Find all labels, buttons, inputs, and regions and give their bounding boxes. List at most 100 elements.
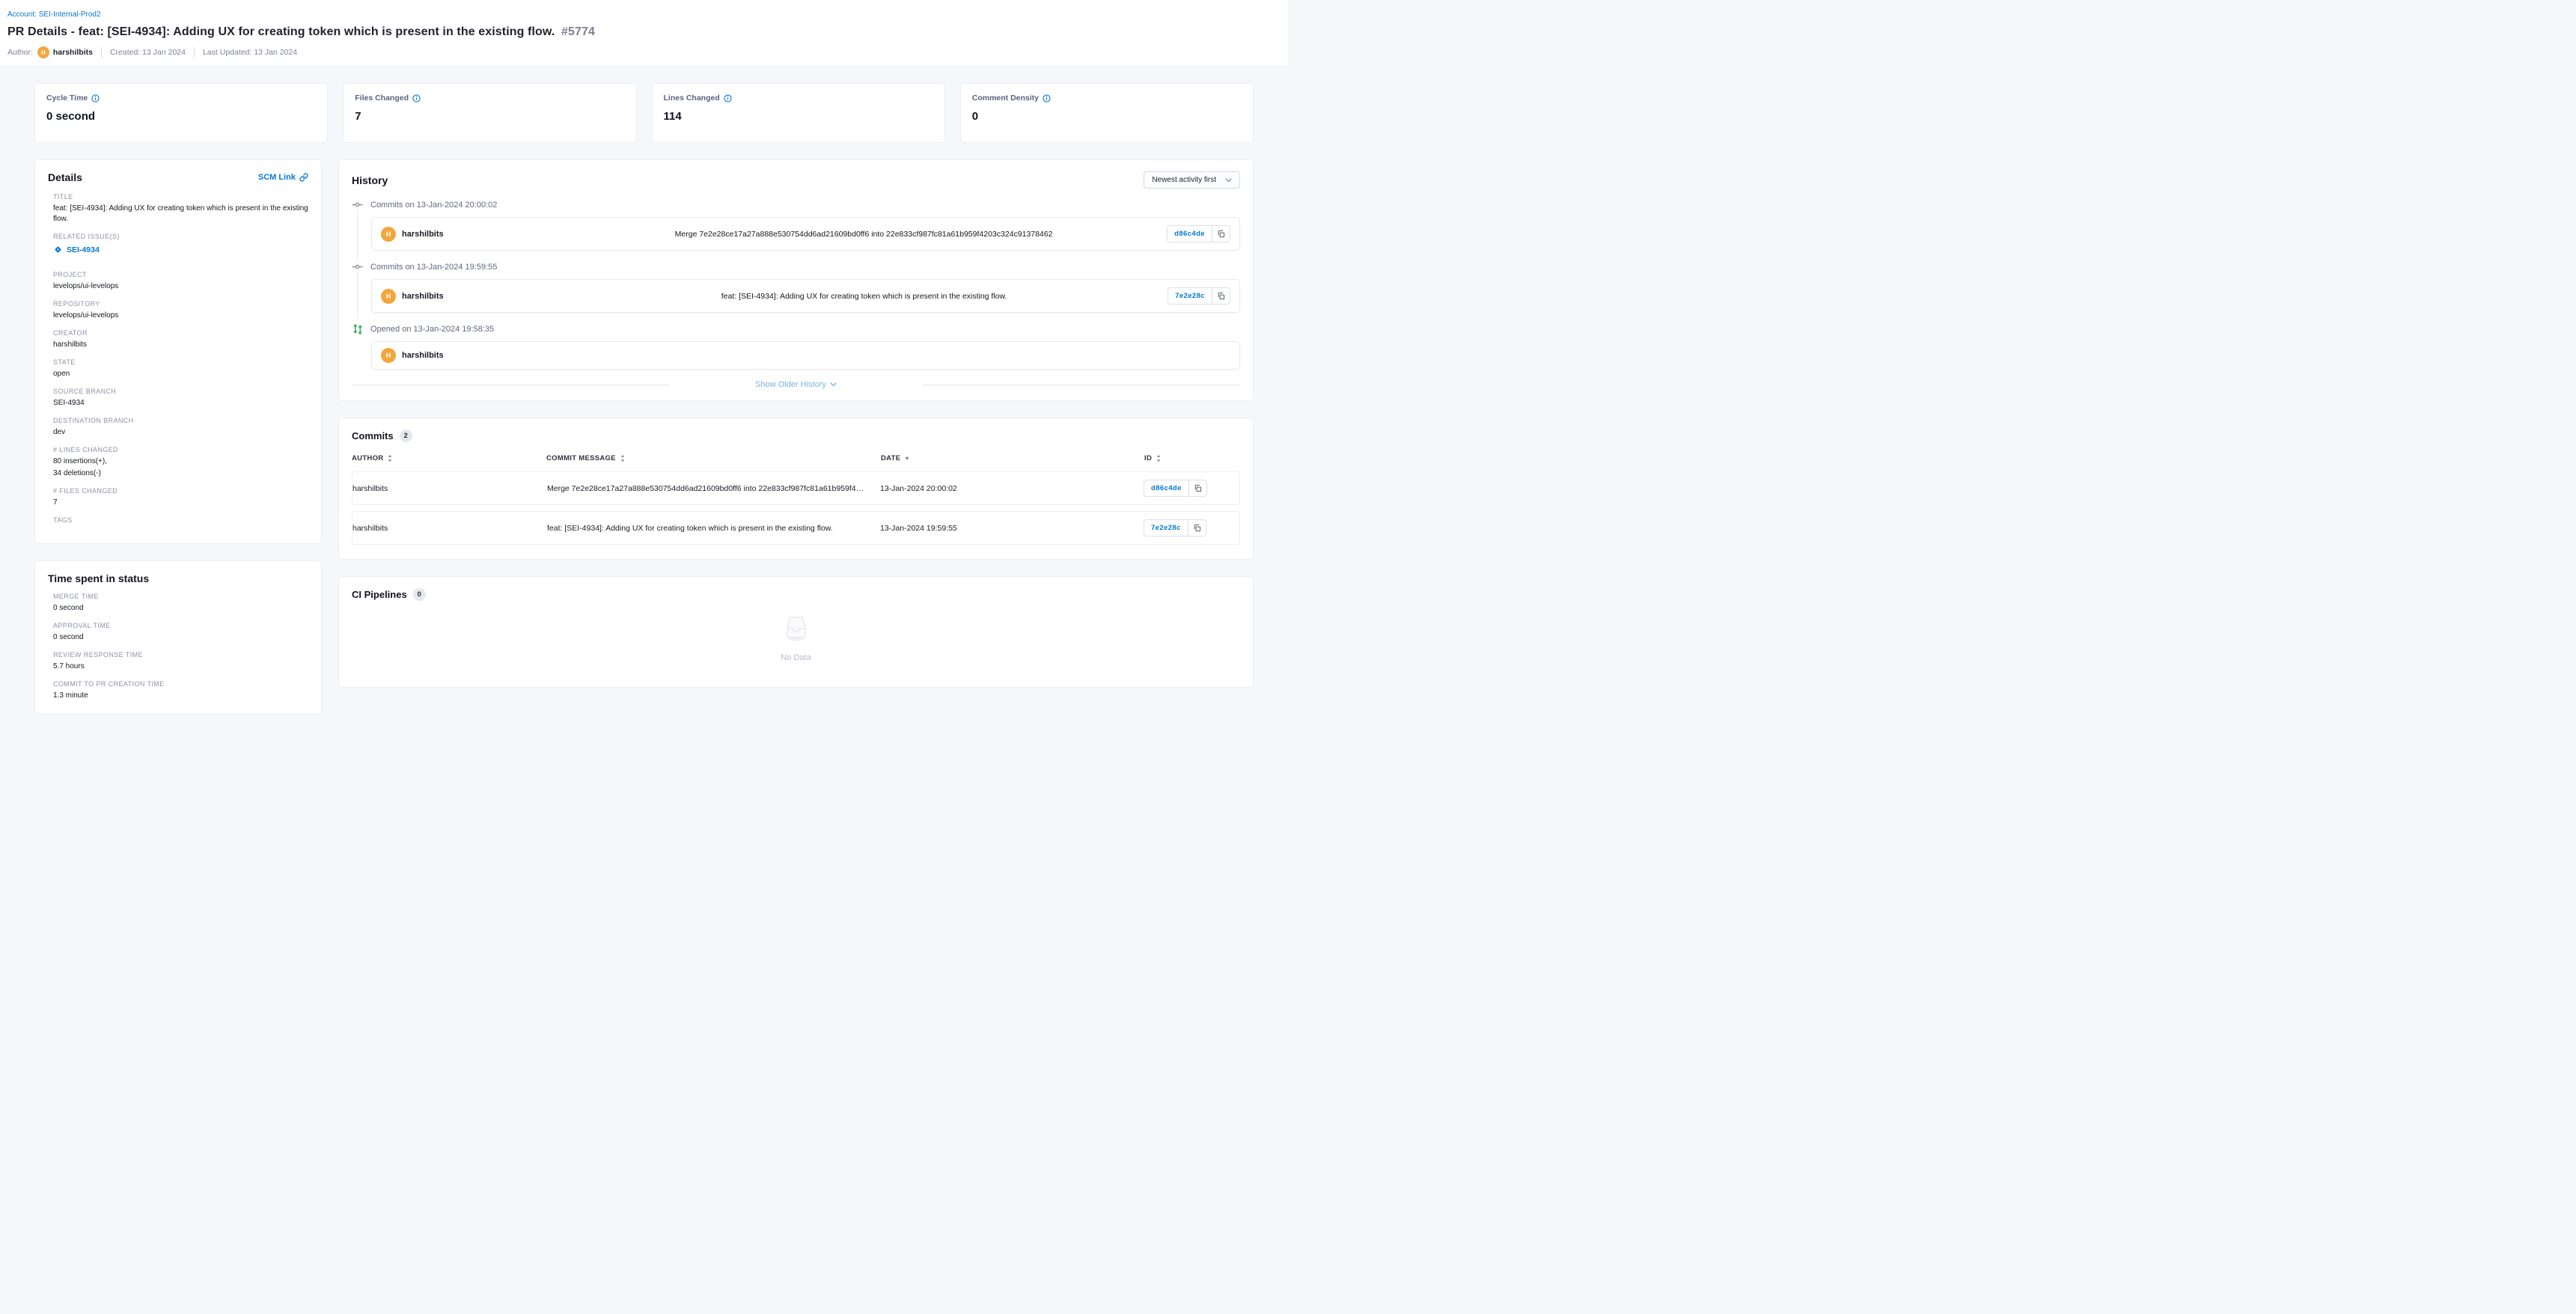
divider — [194, 47, 195, 58]
commit-hash-button[interactable]: d86c4de — [1167, 225, 1212, 242]
commits-card: Commits 2 AUTHOR COMMIT MESSAGE DATE — [338, 418, 1254, 560]
issue-diamond-icon — [53, 245, 63, 254]
commit-table-row: harshilbits Merge 7e2e28ce17a27a888e5307… — [352, 471, 1240, 505]
avatar: H — [381, 289, 396, 304]
event-label: Commits on 13-Jan-2024 19:59:55 — [370, 263, 497, 272]
time-field-review-response-time: REVIEW RESPONSE TIME 5.7 hours — [53, 651, 308, 672]
no-data-label: No Data — [781, 653, 811, 662]
author-label: Author: — [7, 48, 33, 57]
copy-icon[interactable] — [1212, 287, 1230, 305]
sort-icon — [1156, 454, 1162, 462]
metric-cards-row: Cycle Time 0 second Files Changed 7 Line… — [34, 83, 1254, 143]
details-card: Details SCM Link TITLE feat: [SEI-4934]:… — [34, 159, 322, 544]
detail-field-related-issues: RELATED ISSUE(S) SEI-4934 — [53, 233, 308, 258]
author-row: Author: H harshilbits Created: 13 Jan 20… — [7, 46, 1281, 58]
history-heading: History — [352, 174, 388, 186]
metric-value: 0 second — [46, 110, 316, 123]
metric-value: 0 — [972, 110, 1242, 123]
show-older-history-link[interactable]: Show Older History — [755, 380, 837, 389]
detail-field-project: PROJECT levelops/ui-levelops — [53, 271, 308, 292]
link-icon — [299, 173, 308, 182]
commit-hash-button[interactable]: d86c4de — [1144, 480, 1189, 497]
page-header: Account: SEI-Internal-Prod2 PR Details -… — [0, 0, 1288, 67]
commit-row-date: 13-Jan-2024 19:59:55 — [880, 524, 1144, 533]
pr-opened-icon — [352, 323, 363, 334]
event-label: Commits on 13-Jan-2024 20:00:02 — [370, 201, 497, 210]
ci-pipelines-card: CI Pipelines 0 No Data — [338, 576, 1254, 688]
show-older-row: Show Older History — [352, 380, 1240, 389]
commit-row-id: 7e2e28c — [1144, 519, 1239, 537]
detail-field-title: TITLE feat: [SEI-4934]: Adding UX for cr… — [53, 193, 308, 224]
sort-selected-label: Newest activity first — [1152, 176, 1216, 184]
commit-table-row: harshilbits feat: [SEI-4934]: Adding UX … — [352, 511, 1240, 545]
metric-label: Lines Changed — [664, 94, 720, 103]
column-header-date[interactable]: DATE — [881, 454, 1144, 462]
info-icon[interactable] — [1043, 94, 1051, 103]
column-header-commit-message[interactable]: COMMIT MESSAGE — [546, 454, 881, 462]
time-field-approval-time: APPROVAL TIME 0 second — [53, 622, 308, 643]
column-header-id[interactable]: ID — [1144, 454, 1240, 462]
page-title-text: PR Details - feat: [SEI-4934]: Adding UX… — [7, 25, 555, 38]
sort-icon — [387, 454, 393, 462]
scm-link-label: SCM Link — [258, 173, 296, 182]
info-icon[interactable] — [412, 94, 421, 103]
commit-author-name: harshilbits — [402, 351, 444, 360]
metric-card-cycle-time: Cycle Time 0 second — [34, 83, 328, 143]
commits-count-badge: 2 — [400, 430, 412, 442]
event-label: Opened on 13-Jan-2024 19:58:35 — [370, 325, 494, 334]
commit-hash-button[interactable]: 7e2e28c — [1168, 287, 1212, 305]
commit-row-id: d86c4de — [1144, 480, 1239, 497]
ci-pipelines-count-badge: 0 — [413, 588, 426, 601]
commit-author-name: harshilbits — [402, 292, 444, 301]
history-sort-dropdown[interactable]: Newest activity first — [1144, 171, 1240, 189]
details-heading: Details — [48, 171, 82, 183]
metric-label: Files Changed — [355, 94, 409, 103]
commits-heading: Commits — [352, 430, 394, 441]
metric-card-comment-density: Comment Density 0 — [960, 83, 1254, 143]
ci-empty-state: No Data — [352, 601, 1240, 676]
detail-field-state: STATE open — [53, 358, 308, 379]
timeline-event: Commits on 13-Jan-2024 19:59:55 — [352, 261, 1240, 272]
metric-label: Comment Density — [972, 94, 1039, 103]
metric-value: 114 — [664, 110, 933, 123]
copy-icon[interactable] — [1188, 519, 1206, 537]
scm-link[interactable]: SCM Link — [258, 173, 308, 182]
history-commit-card: H harshilbits Merge 7e2e28ce17a27a888e53… — [371, 217, 1240, 251]
detail-field-repository: REPOSITORY levelops/ui-levelops — [53, 300, 308, 321]
pr-number: #5774 — [561, 25, 595, 38]
commit-icon — [352, 261, 363, 272]
main-content: Cycle Time 0 second Files Changed 7 Line… — [0, 67, 1288, 730]
detail-field-destination-branch: DESTINATION BRANCH dev — [53, 417, 308, 438]
info-icon[interactable] — [91, 94, 100, 103]
commit-message: feat: [SEI-4934]: Adding UX for creating… — [561, 292, 1168, 301]
commit-row-author: harshilbits — [352, 484, 547, 493]
copy-icon[interactable] — [1212, 225, 1230, 242]
time-in-status-card: Time spent in status MERGE TIME 0 second… — [34, 560, 322, 715]
no-data-inbox-icon — [780, 611, 813, 644]
history-opened-card: H harshilbits — [371, 341, 1240, 370]
copy-icon[interactable] — [1189, 480, 1207, 497]
detail-field-creator: CREATOR harshilbits — [53, 329, 308, 350]
related-issue-link[interactable]: SEI-4934 — [53, 245, 100, 254]
commit-author-name: harshilbits — [402, 230, 444, 239]
created-date: Created: 13 Jan 2024 — [110, 48, 186, 57]
avatar: H — [381, 348, 396, 363]
account-breadcrumb-link[interactable]: Account: SEI-Internal-Prod2 — [7, 10, 101, 19]
commit-message: Merge 7e2e28ce17a27a888e530754dd6ad21609… — [561, 230, 1167, 239]
commit-row-author: harshilbits — [352, 524, 547, 533]
avatar: H — [381, 227, 396, 242]
detail-field-lines-changed: # LINES CHANGED 80 insertions(+), 34 del… — [53, 446, 308, 479]
sort-desc-icon — [904, 456, 910, 461]
commit-row-date: 13-Jan-2024 20:00:02 — [880, 484, 1144, 493]
commits-table-header: AUTHOR COMMIT MESSAGE DATE ID — [352, 454, 1240, 462]
time-field-commit-to-pr: COMMIT TO PR CREATION TIME 1.3 minute — [53, 680, 308, 701]
metric-card-files-changed: Files Changed 7 — [343, 83, 636, 143]
commit-row-message: feat: [SEI-4934]: Adding UX for creating… — [547, 524, 880, 533]
metric-value: 7 — [355, 110, 624, 123]
column-header-author[interactable]: AUTHOR — [352, 454, 546, 462]
info-icon[interactable] — [724, 94, 732, 103]
commit-hash-button[interactable]: 7e2e28c — [1144, 519, 1188, 537]
ci-pipelines-heading: CI Pipelines — [352, 589, 407, 600]
time-in-status-heading: Time spent in status — [48, 572, 308, 584]
commit-row-message: Merge 7e2e28ce17a27a888e530754dd6ad21609… — [547, 484, 880, 493]
